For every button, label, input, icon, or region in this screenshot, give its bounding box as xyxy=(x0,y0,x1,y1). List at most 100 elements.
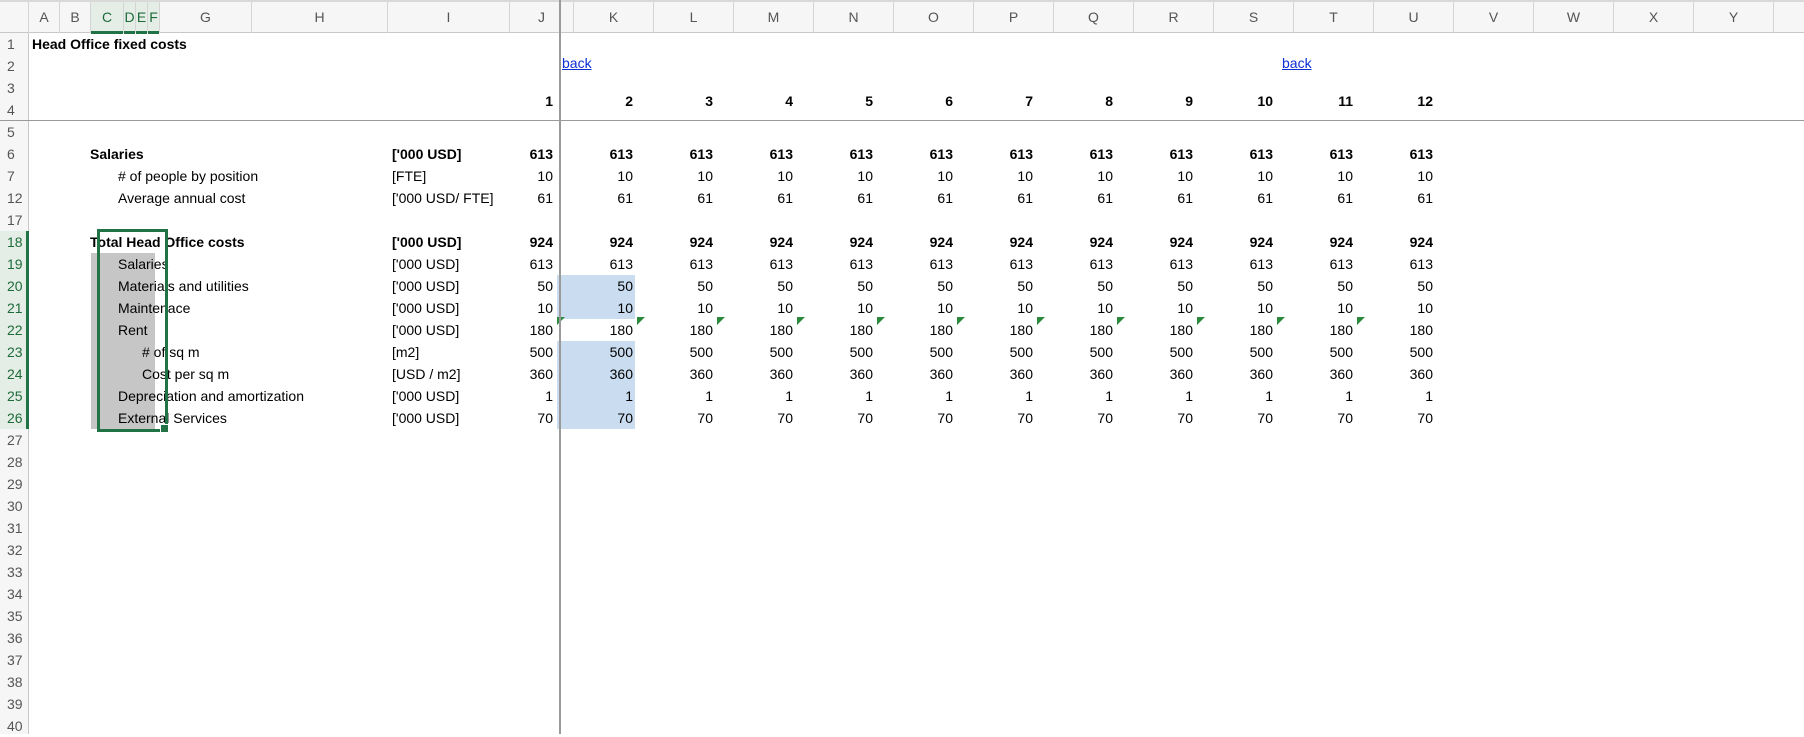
row-header-18[interactable]: 18 xyxy=(0,231,29,253)
value-cell[interactable]: 70 xyxy=(653,407,713,429)
value-cell[interactable]: 10 xyxy=(653,297,713,319)
row-header-39[interactable]: 39 xyxy=(0,693,28,715)
value-cell[interactable]: 613 xyxy=(1373,143,1433,165)
value-cell[interactable]: 1 xyxy=(1053,385,1113,407)
value-cell[interactable]: 10 xyxy=(1213,165,1273,187)
row-header-26[interactable]: 26 xyxy=(0,407,29,429)
value-cell[interactable]: 924 xyxy=(1293,231,1353,253)
value-cell[interactable]: 1 xyxy=(893,385,953,407)
value-cell[interactable]: 10 xyxy=(1293,165,1353,187)
value-cell[interactable]: 50 xyxy=(653,275,713,297)
back-link-2[interactable]: back xyxy=(1282,52,1312,74)
value-cell[interactable]: 924 xyxy=(1053,231,1113,253)
period-header[interactable]: 2 xyxy=(573,90,633,112)
column-header-h[interactable]: H xyxy=(252,2,388,33)
row-header-23[interactable]: 23 xyxy=(0,341,29,363)
value-cell[interactable]: 500 xyxy=(973,341,1033,363)
row-unit[interactable]: ['000 USD] xyxy=(392,319,459,341)
back-link[interactable]: back xyxy=(562,52,592,74)
row-unit[interactable]: ['000 USD/ FTE] xyxy=(392,187,493,209)
column-header-o[interactable]: O xyxy=(894,2,974,33)
column-header-a[interactable]: A xyxy=(29,2,60,33)
value-cell[interactable]: 613 xyxy=(653,143,713,165)
value-cell[interactable]: 613 xyxy=(1213,253,1273,275)
value-cell[interactable]: 10 xyxy=(653,165,713,187)
value-cell[interactable]: 1 xyxy=(493,385,553,407)
value-cell[interactable]: 924 xyxy=(813,231,873,253)
row-header-7[interactable]: 7 xyxy=(0,165,28,187)
column-header-v[interactable]: V xyxy=(1454,2,1534,33)
row-header-17[interactable]: 17 xyxy=(0,209,28,231)
row-unit[interactable]: ['000 USD] xyxy=(392,407,459,429)
row-header-30[interactable]: 30 xyxy=(0,495,28,517)
value-cell[interactable]: 61 xyxy=(1133,187,1193,209)
row-label[interactable]: Average annual cost xyxy=(118,187,245,209)
value-cell[interactable]: 360 xyxy=(1373,363,1433,385)
period-header[interactable]: 8 xyxy=(1053,90,1113,112)
value-cell[interactable]: 924 xyxy=(1373,231,1433,253)
value-cell[interactable]: 613 xyxy=(1133,253,1193,275)
value-cell[interactable]: 70 xyxy=(813,407,873,429)
value-cell[interactable]: 613 xyxy=(573,253,633,275)
value-cell[interactable]: 10 xyxy=(1213,297,1273,319)
row-header-4[interactable]: 4 xyxy=(0,99,28,121)
row-label[interactable]: Salaries xyxy=(90,143,144,165)
column-header-c[interactable]: C xyxy=(91,2,124,34)
value-cell[interactable]: 180 xyxy=(813,319,873,341)
value-cell[interactable]: 924 xyxy=(893,231,953,253)
row-header-6[interactable]: 6 xyxy=(0,143,28,165)
value-cell[interactable]: 500 xyxy=(653,341,713,363)
row-header-22[interactable]: 22 xyxy=(0,319,29,341)
value-cell[interactable]: 61 xyxy=(893,187,953,209)
value-cell[interactable]: 50 xyxy=(1053,275,1113,297)
value-cell[interactable]: 1 xyxy=(1133,385,1193,407)
value-cell[interactable]: 10 xyxy=(573,297,633,319)
value-cell[interactable]: 360 xyxy=(893,363,953,385)
value-cell[interactable]: 613 xyxy=(493,143,553,165)
value-cell[interactable]: 613 xyxy=(493,253,553,275)
value-cell[interactable]: 10 xyxy=(973,165,1033,187)
period-header[interactable]: 4 xyxy=(733,90,793,112)
value-cell[interactable]: 61 xyxy=(1213,187,1273,209)
value-cell[interactable]: 613 xyxy=(1053,253,1113,275)
value-cell[interactable]: 61 xyxy=(1373,187,1433,209)
value-cell[interactable]: 1 xyxy=(733,385,793,407)
value-cell[interactable]: 61 xyxy=(973,187,1033,209)
value-cell[interactable]: 180 xyxy=(1373,319,1433,341)
period-header[interactable]: 7 xyxy=(973,90,1033,112)
value-cell[interactable]: 613 xyxy=(573,143,633,165)
value-cell[interactable]: 10 xyxy=(1373,297,1433,319)
column-header-g[interactable]: G xyxy=(160,2,252,33)
value-cell[interactable]: 10 xyxy=(493,297,553,319)
value-cell[interactable]: 70 xyxy=(893,407,953,429)
value-cell[interactable]: 613 xyxy=(1293,253,1353,275)
value-cell[interactable]: 61 xyxy=(573,187,633,209)
row-header-3[interactable]: 3 xyxy=(0,77,28,99)
row-unit[interactable]: ['000 USD] xyxy=(392,231,461,253)
value-cell[interactable]: 180 xyxy=(1133,319,1193,341)
value-cell[interactable]: 70 xyxy=(573,407,633,429)
value-cell[interactable]: 360 xyxy=(733,363,793,385)
column-header-f[interactable]: F xyxy=(148,2,160,34)
value-cell[interactable]: 613 xyxy=(1373,253,1433,275)
column-header-s[interactable]: S xyxy=(1214,2,1294,33)
value-cell[interactable]: 924 xyxy=(1133,231,1193,253)
value-cell[interactable]: 924 xyxy=(973,231,1033,253)
row-header-20[interactable]: 20 xyxy=(0,275,29,297)
value-cell[interactable]: 10 xyxy=(813,165,873,187)
value-cell[interactable]: 613 xyxy=(893,253,953,275)
value-cell[interactable]: 1 xyxy=(1293,385,1353,407)
value-cell[interactable]: 360 xyxy=(573,363,633,385)
period-header[interactable]: 5 xyxy=(813,90,873,112)
column-header-n[interactable]: N xyxy=(814,2,894,33)
period-header[interactable]: 11 xyxy=(1293,90,1353,112)
row-header-34[interactable]: 34 xyxy=(0,583,28,605)
value-cell[interactable]: 50 xyxy=(573,275,633,297)
value-cell[interactable]: 180 xyxy=(1293,319,1353,341)
column-header-i[interactable]: I xyxy=(388,2,510,33)
value-cell[interactable]: 924 xyxy=(1213,231,1273,253)
period-header[interactable]: 1 xyxy=(493,90,553,112)
value-cell[interactable]: 613 xyxy=(733,253,793,275)
period-header[interactable]: 10 xyxy=(1213,90,1273,112)
value-cell[interactable]: 500 xyxy=(1373,341,1433,363)
